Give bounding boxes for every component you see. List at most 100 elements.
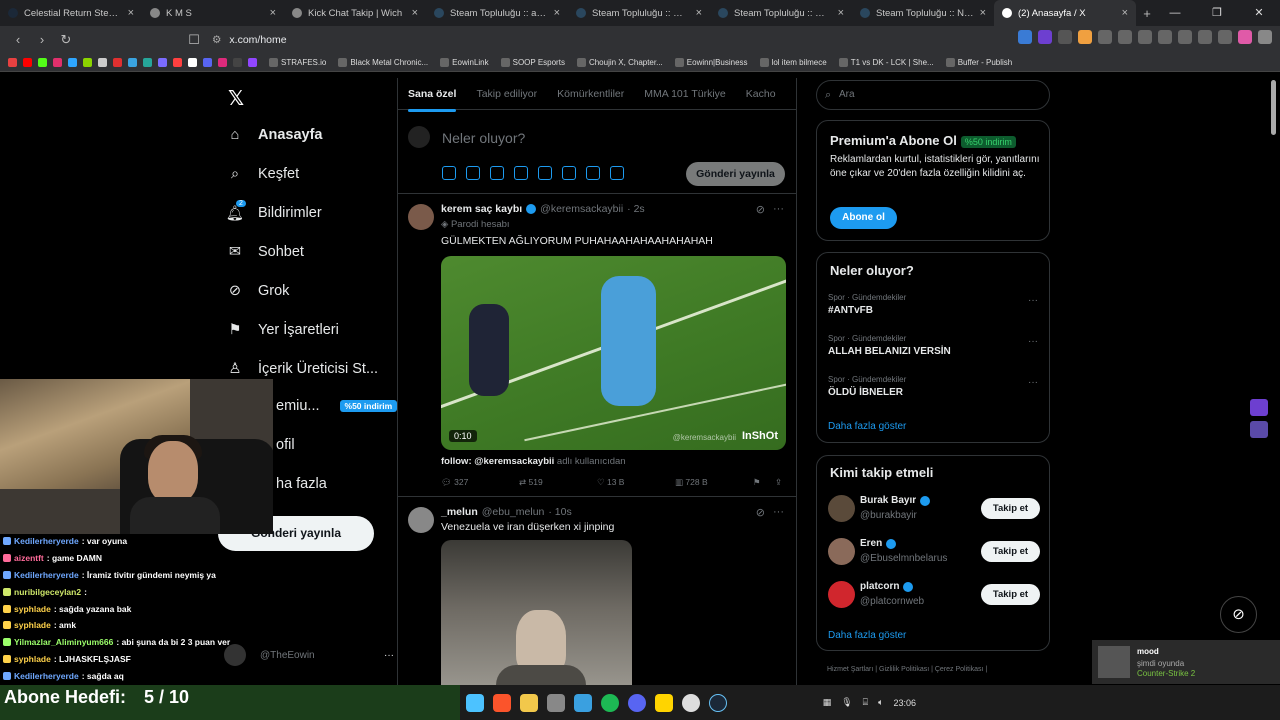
- volume-icon[interactable]: 🔈︎: [878, 697, 883, 708]
- tweet-time[interactable]: · 10s: [548, 506, 571, 518]
- grok-icon[interactable]: [490, 166, 504, 180]
- steam-icon[interactable]: [709, 693, 727, 712]
- tab-close-icon[interactable]: ×: [554, 7, 560, 19]
- feed-tab[interactable]: Sana özel: [398, 88, 466, 112]
- address-bar[interactable]: ⚙ x.com/home: [204, 29, 932, 51]
- bookmark-icon[interactable]: ⚑: [753, 477, 775, 488]
- bookmark-icon[interactable]: [233, 58, 242, 67]
- trend-item[interactable]: Spor · Gündemdekiler #ANTvFB ···: [828, 293, 1038, 316]
- like-button[interactable]: ♡ 13 B: [597, 477, 675, 488]
- bookmark-icon[interactable]: [38, 58, 47, 67]
- bookmark-icon[interactable]: [143, 58, 152, 67]
- extension-icon[interactable]: [1158, 30, 1172, 44]
- tweet[interactable]: kerem saç kaybı @keremsackaybii · 2s ⊘ ··…: [398, 194, 796, 497]
- avatar[interactable]: [828, 538, 855, 565]
- search-input[interactable]: ⌕ Ara: [816, 80, 1050, 110]
- bookmark-icon[interactable]: [248, 58, 257, 67]
- subscribe-button[interactable]: Abone ol: [830, 207, 897, 229]
- follow-button[interactable]: Takip et: [981, 584, 1040, 605]
- network-icon[interactable]: ⌸: [863, 697, 868, 708]
- discord-icon[interactable]: [628, 693, 646, 712]
- browser-tab[interactable]: Kick Chat Takip | Wich ×: [284, 0, 426, 26]
- grok-floating-button[interactable]: ⊘: [1220, 596, 1257, 633]
- bookmark-item[interactable]: SOOP Esports: [500, 58, 565, 67]
- avatar[interactable]: [828, 581, 855, 608]
- footer-links[interactable]: Hizmet Şartları | Gizlilik Politikası | …: [827, 666, 987, 673]
- close-window-button[interactable]: ✕: [1238, 0, 1280, 26]
- maximize-button[interactable]: ❐: [1196, 0, 1238, 26]
- browser-tab[interactable]: Steam Topluluğu :: MEGA ×: [710, 0, 852, 26]
- grok-icon[interactable]: ⊘: [756, 203, 765, 216]
- brave-icon[interactable]: [493, 693, 511, 712]
- bookmark-item[interactable]: Black Metal Chronic...: [338, 58, 428, 67]
- more-options-icon[interactable]: ···: [773, 203, 784, 216]
- sidebar-extension-icon[interactable]: [1250, 421, 1268, 438]
- more-options-icon[interactable]: ···: [1028, 295, 1038, 306]
- extension-icon[interactable]: [1018, 30, 1032, 44]
- follow-button[interactable]: Takip et: [981, 541, 1040, 562]
- app-icon[interactable]: [574, 693, 592, 712]
- more-options-icon[interactable]: ···: [384, 650, 394, 661]
- minimize-button[interactable]: —: [1154, 0, 1196, 26]
- bookmark-icon[interactable]: [83, 58, 92, 67]
- who-show-more[interactable]: Daha fazla göster: [828, 630, 906, 641]
- share-icon[interactable]: ⇪: [775, 477, 795, 488]
- gif-icon[interactable]: [466, 166, 480, 180]
- bookmark-icon[interactable]: [23, 58, 32, 67]
- bookmark-item[interactable]: STRAFES.io: [269, 58, 326, 67]
- bookmark-icon[interactable]: [158, 58, 167, 67]
- x-logo-icon[interactable]: 𝕏: [228, 86, 244, 111]
- extension-icon[interactable]: [1198, 30, 1212, 44]
- extension-icon[interactable]: [1038, 30, 1052, 44]
- repost-button[interactable]: ⇄ 519: [519, 477, 597, 488]
- suggestion-name[interactable]: Burak Bayır: [860, 495, 931, 506]
- tweet-author-handle[interactable]: @keremsackaybii: [540, 203, 623, 215]
- image-icon[interactable]: [442, 166, 456, 180]
- nav-premium[interactable]: emiu... %50 indirim: [276, 398, 398, 414]
- tab-close-icon[interactable]: ×: [838, 7, 844, 19]
- suggestion-name[interactable]: Eren: [860, 538, 897, 549]
- follow-suggestion[interactable]: platcorn @platcornweb Takip et: [828, 581, 1040, 611]
- app-icon[interactable]: [547, 693, 565, 712]
- nav-grok[interactable]: ⊘ Grok: [226, 282, 290, 300]
- steam-friend-notification[interactable]: mood şimdi oyunda Counter-Strike 2: [1092, 640, 1280, 684]
- bookmark-icon[interactable]: [113, 58, 122, 67]
- sticky-notes-icon[interactable]: [655, 693, 673, 712]
- bookmark-icon[interactable]: [173, 58, 182, 67]
- bookmark-icon[interactable]: [8, 58, 17, 67]
- reply-button[interactable]: 💬︎ 327: [441, 477, 519, 488]
- grok-icon[interactable]: ⊘: [756, 506, 765, 519]
- emoji-icon[interactable]: [538, 166, 552, 180]
- microphone-icon[interactable]: 🎙︎: [841, 697, 852, 708]
- nav-bookmarks[interactable]: ⚑ Yer İşaretleri: [226, 321, 339, 339]
- browser-tab[interactable]: (2) Anasayfa / X ×: [994, 0, 1136, 26]
- nav-chat[interactable]: ✉ Sohbet: [226, 243, 304, 261]
- follow-button[interactable]: Takip et: [981, 498, 1040, 519]
- bookmark-icon[interactable]: [218, 58, 227, 67]
- spotify-icon[interactable]: [601, 693, 619, 712]
- feed-tab[interactable]: Kacho: [736, 88, 786, 100]
- bookmark-icon[interactable]: [53, 58, 62, 67]
- tab-close-icon[interactable]: ×: [412, 7, 418, 19]
- windows-start-icon[interactable]: [466, 693, 484, 712]
- more-options-icon[interactable]: ···: [773, 506, 784, 519]
- page-scrollbar[interactable]: [1271, 80, 1276, 135]
- bookmark-icon[interactable]: [68, 58, 77, 67]
- trends-show-more[interactable]: Daha fazla göster: [828, 421, 906, 432]
- extension-icon[interactable]: [1058, 30, 1072, 44]
- nav-home[interactable]: ⌂ Anasayfa: [226, 126, 323, 144]
- browser-tab[interactable]: Celestial Return Steam'de ×: [0, 0, 142, 26]
- back-icon[interactable]: ‹: [6, 28, 30, 52]
- more-options-icon[interactable]: ···: [1028, 377, 1038, 388]
- feed-tab[interactable]: Kömürkentliler: [547, 88, 634, 100]
- nav-notifications[interactable]: 🔔︎ 2 Bildirimler: [226, 200, 322, 222]
- account-switcher[interactable]: @TheEowin ···: [224, 644, 394, 666]
- attribution-user[interactable]: follow: @keremsackaybii: [441, 456, 554, 467]
- site-info-icon[interactable]: ⚙: [212, 34, 221, 46]
- bookmark-icon[interactable]: [98, 58, 107, 67]
- location-icon[interactable]: [586, 166, 600, 180]
- bookmark-item[interactable]: Choujin X, Chapter...: [576, 58, 663, 67]
- bookmark-item[interactable]: EowinLink: [440, 58, 489, 67]
- extension-icon[interactable]: [1178, 30, 1192, 44]
- bookmark-item[interactable]: Eowinn|Business: [674, 58, 748, 67]
